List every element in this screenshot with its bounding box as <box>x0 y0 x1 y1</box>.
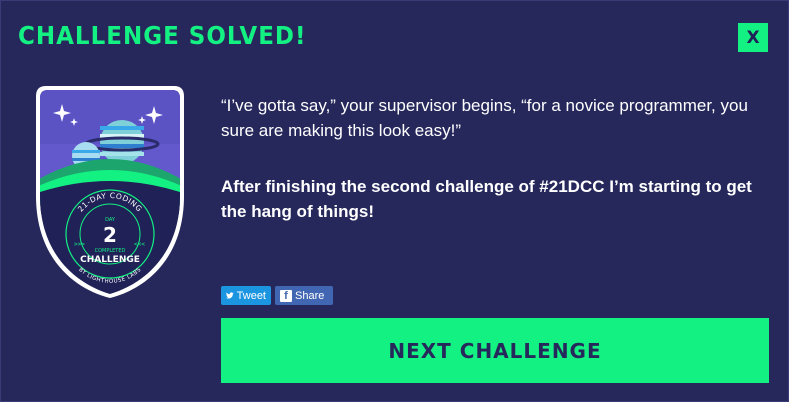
badge-day-number: 2 <box>103 223 117 247</box>
badge-chevrons-right-icon: <<< <box>134 241 145 248</box>
modal-title: CHALLENGE SOLVED! <box>18 22 307 51</box>
facebook-share-button[interactable]: f Share <box>275 286 333 305</box>
supervisor-quote: “I’ve gotta say,” your supervisor begins… <box>221 96 748 140</box>
close-button[interactable]: X <box>738 23 768 52</box>
next-challenge-button[interactable]: NEXT CHALLENGE <box>221 318 769 383</box>
challenge-badge: 21-DAY CODING DAY 2 COMPLETED CHALLENGE … <box>36 86 184 298</box>
badge-chevrons-left-icon: >>> <box>74 241 85 248</box>
social-buttons: Tweet f Share <box>221 286 333 305</box>
twitter-bird-icon <box>226 292 234 299</box>
tweet-button[interactable]: Tweet <box>221 286 271 305</box>
share-label: Share <box>295 289 325 302</box>
share-tagline: After finishing the second challenge of … <box>221 177 752 221</box>
badge-challenge-text: CHALLENGE <box>80 255 140 265</box>
badge-completed-text: COMPLETED <box>95 248 126 254</box>
facebook-icon: f <box>280 289 292 302</box>
tweet-label: Tweet <box>236 289 266 302</box>
